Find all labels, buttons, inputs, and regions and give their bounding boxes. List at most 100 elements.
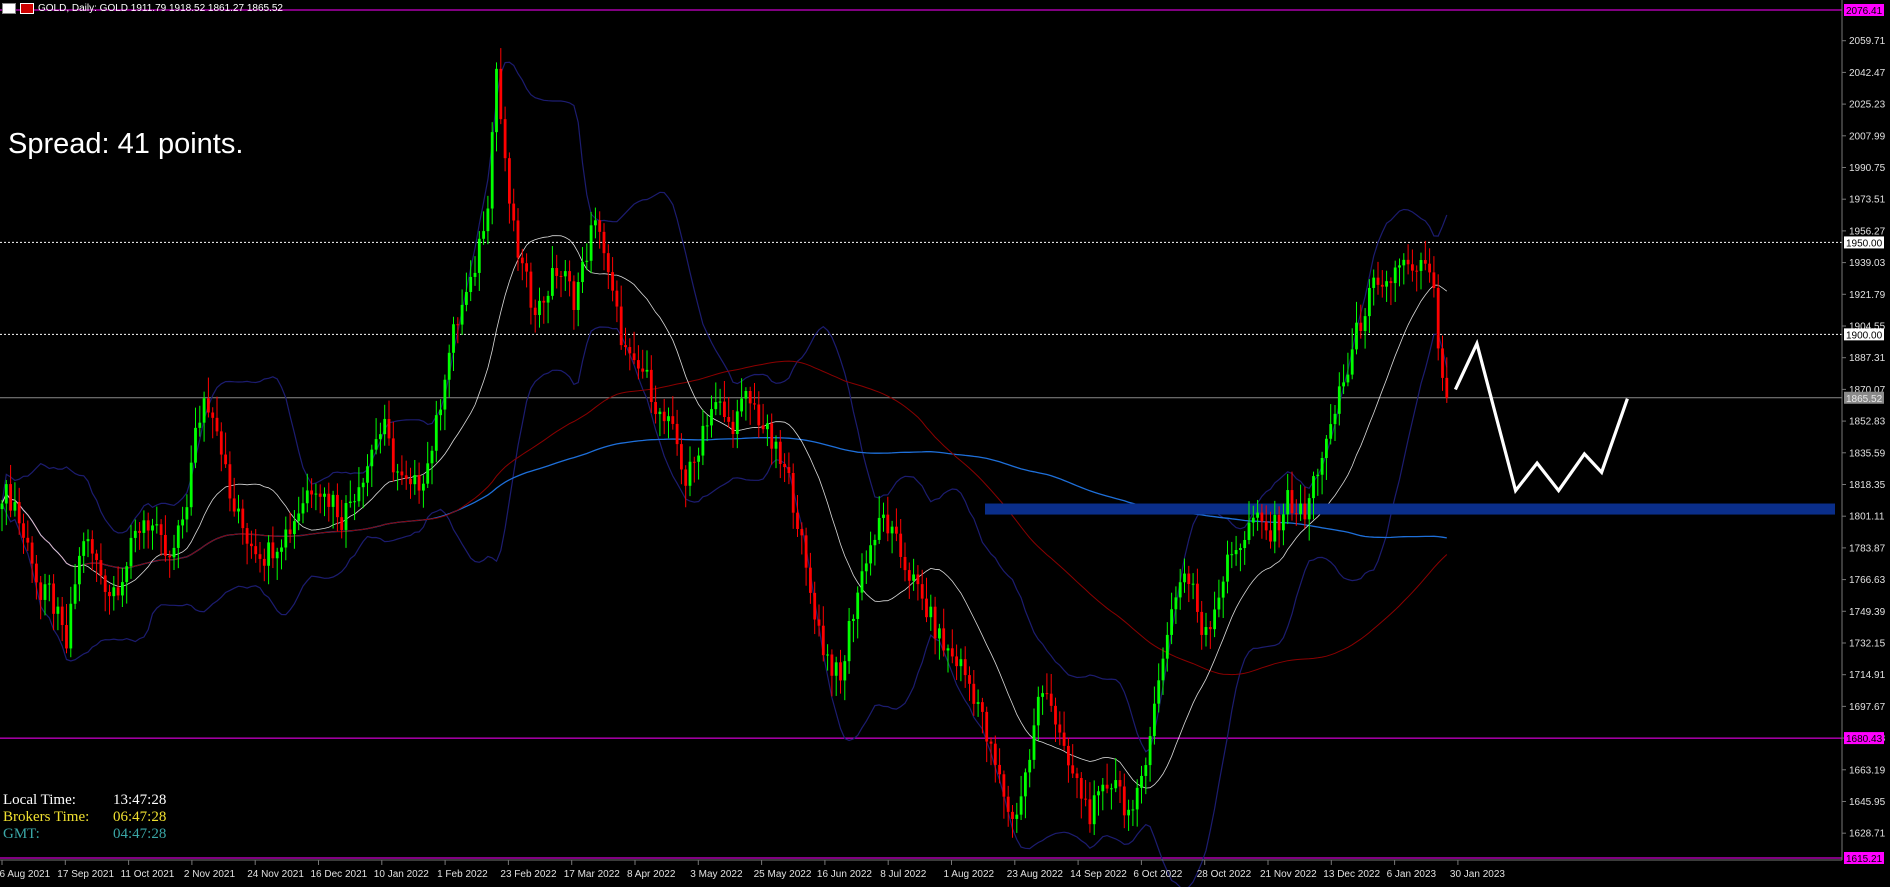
candle-body bbox=[1028, 759, 1032, 773]
candle-body bbox=[787, 467, 791, 474]
price-tick-label: 1835.59 bbox=[1849, 448, 1886, 459]
candle-body bbox=[1135, 787, 1139, 810]
candle-body bbox=[581, 261, 584, 283]
price-tick-label: 1956.27 bbox=[1849, 226, 1886, 237]
candle-body bbox=[151, 525, 154, 531]
candle-body bbox=[976, 702, 980, 704]
candle-body bbox=[185, 507, 189, 520]
candle-body bbox=[920, 584, 924, 599]
candle-body bbox=[972, 683, 976, 704]
candle-body bbox=[370, 449, 374, 467]
candle-body bbox=[701, 425, 705, 456]
price-tick-label: 1973.51 bbox=[1849, 195, 1886, 206]
candle-body bbox=[1398, 265, 1401, 268]
candle-body bbox=[1294, 513, 1298, 515]
candle-body bbox=[981, 702, 984, 712]
candle-body bbox=[1084, 798, 1087, 800]
candle-body bbox=[443, 379, 447, 410]
candle-body bbox=[267, 542, 270, 566]
candle-body bbox=[336, 494, 339, 518]
candle-body bbox=[69, 603, 73, 649]
candle-body bbox=[1002, 774, 1006, 797]
candle-body bbox=[237, 508, 240, 512]
candle-body bbox=[658, 411, 662, 415]
time-label: GMT: bbox=[3, 826, 40, 842]
time-tick-label: 17 Mar 2022 bbox=[564, 869, 621, 880]
candle-body bbox=[284, 529, 288, 548]
candle-body bbox=[250, 543, 253, 547]
candle-body bbox=[946, 648, 950, 651]
candle-body bbox=[254, 546, 258, 555]
candle-body bbox=[525, 263, 528, 272]
candle-body bbox=[809, 567, 812, 593]
candle-body bbox=[207, 398, 210, 413]
price-chart[interactable]: 2059.71 2042.47 2025.23 2007.99 1990.75 1973.… bbox=[0, 0, 1890, 887]
candle-body bbox=[1067, 745, 1070, 766]
candle-body bbox=[357, 487, 361, 502]
candle-body bbox=[1251, 517, 1255, 523]
candle-body bbox=[839, 662, 842, 681]
candle-body bbox=[1170, 609, 1173, 635]
candle-body bbox=[1337, 386, 1341, 414]
candle-body bbox=[121, 582, 124, 596]
candle-body bbox=[697, 455, 700, 462]
candle-body bbox=[529, 271, 533, 308]
candle-body bbox=[1011, 811, 1014, 819]
candle-body bbox=[1380, 284, 1384, 287]
candle-body bbox=[1165, 634, 1169, 659]
price-tick-label: 1818.35 bbox=[1849, 480, 1886, 491]
candle-body bbox=[1359, 322, 1363, 331]
price-tick-label: 1714.91 bbox=[1849, 670, 1886, 681]
candle-body bbox=[52, 583, 55, 614]
candle-body bbox=[86, 539, 90, 542]
candle-body bbox=[1196, 583, 1199, 612]
candle-body bbox=[1071, 765, 1075, 774]
candle-body bbox=[1110, 788, 1113, 790]
candle-body bbox=[95, 553, 98, 561]
candle-body bbox=[963, 659, 967, 676]
candle-body bbox=[632, 353, 636, 361]
candle-body bbox=[1346, 374, 1350, 383]
candle-body bbox=[99, 560, 103, 576]
candle-body bbox=[598, 220, 602, 232]
candle-body bbox=[1406, 259, 1410, 265]
candle-body bbox=[456, 324, 460, 326]
candle-body bbox=[1441, 348, 1444, 378]
candle-body bbox=[1075, 773, 1079, 779]
candle-body bbox=[542, 300, 546, 303]
candle-body bbox=[327, 493, 331, 507]
candle-body bbox=[465, 292, 468, 305]
candle-body bbox=[310, 490, 313, 495]
candle-body bbox=[133, 530, 137, 538]
candle-body bbox=[39, 582, 43, 600]
candle-body bbox=[318, 493, 322, 497]
candle-body bbox=[538, 300, 541, 316]
candle-body bbox=[1045, 693, 1049, 695]
candle-body bbox=[112, 587, 116, 597]
candle-body bbox=[288, 529, 292, 535]
candle-body bbox=[1415, 270, 1419, 272]
candle-body bbox=[718, 401, 722, 403]
time-tick-label: 1 Feb 2022 bbox=[437, 869, 488, 880]
candle-body bbox=[215, 417, 219, 432]
candle-body bbox=[1312, 476, 1315, 499]
price-tick-label: 1697.67 bbox=[1849, 702, 1886, 713]
candle-body bbox=[821, 625, 825, 656]
price-tag-label: 1865.52 bbox=[1846, 394, 1883, 405]
candle-body bbox=[692, 461, 696, 463]
candle-body bbox=[482, 231, 485, 239]
candle-body bbox=[796, 512, 799, 529]
time-tick-label: 28 Oct 2022 bbox=[1197, 869, 1252, 880]
candle-body bbox=[155, 524, 159, 526]
time-value: 13:47:28 bbox=[113, 792, 167, 808]
candle-body bbox=[314, 493, 318, 495]
candle-body bbox=[611, 272, 614, 291]
candle-body bbox=[1329, 424, 1333, 439]
candle-body bbox=[1316, 474, 1320, 477]
candle-body bbox=[138, 530, 141, 533]
candle-body bbox=[142, 520, 146, 533]
candle-body bbox=[1221, 581, 1225, 598]
candle-body bbox=[559, 275, 563, 277]
candle-body bbox=[637, 360, 640, 369]
candle-body bbox=[1114, 780, 1118, 789]
